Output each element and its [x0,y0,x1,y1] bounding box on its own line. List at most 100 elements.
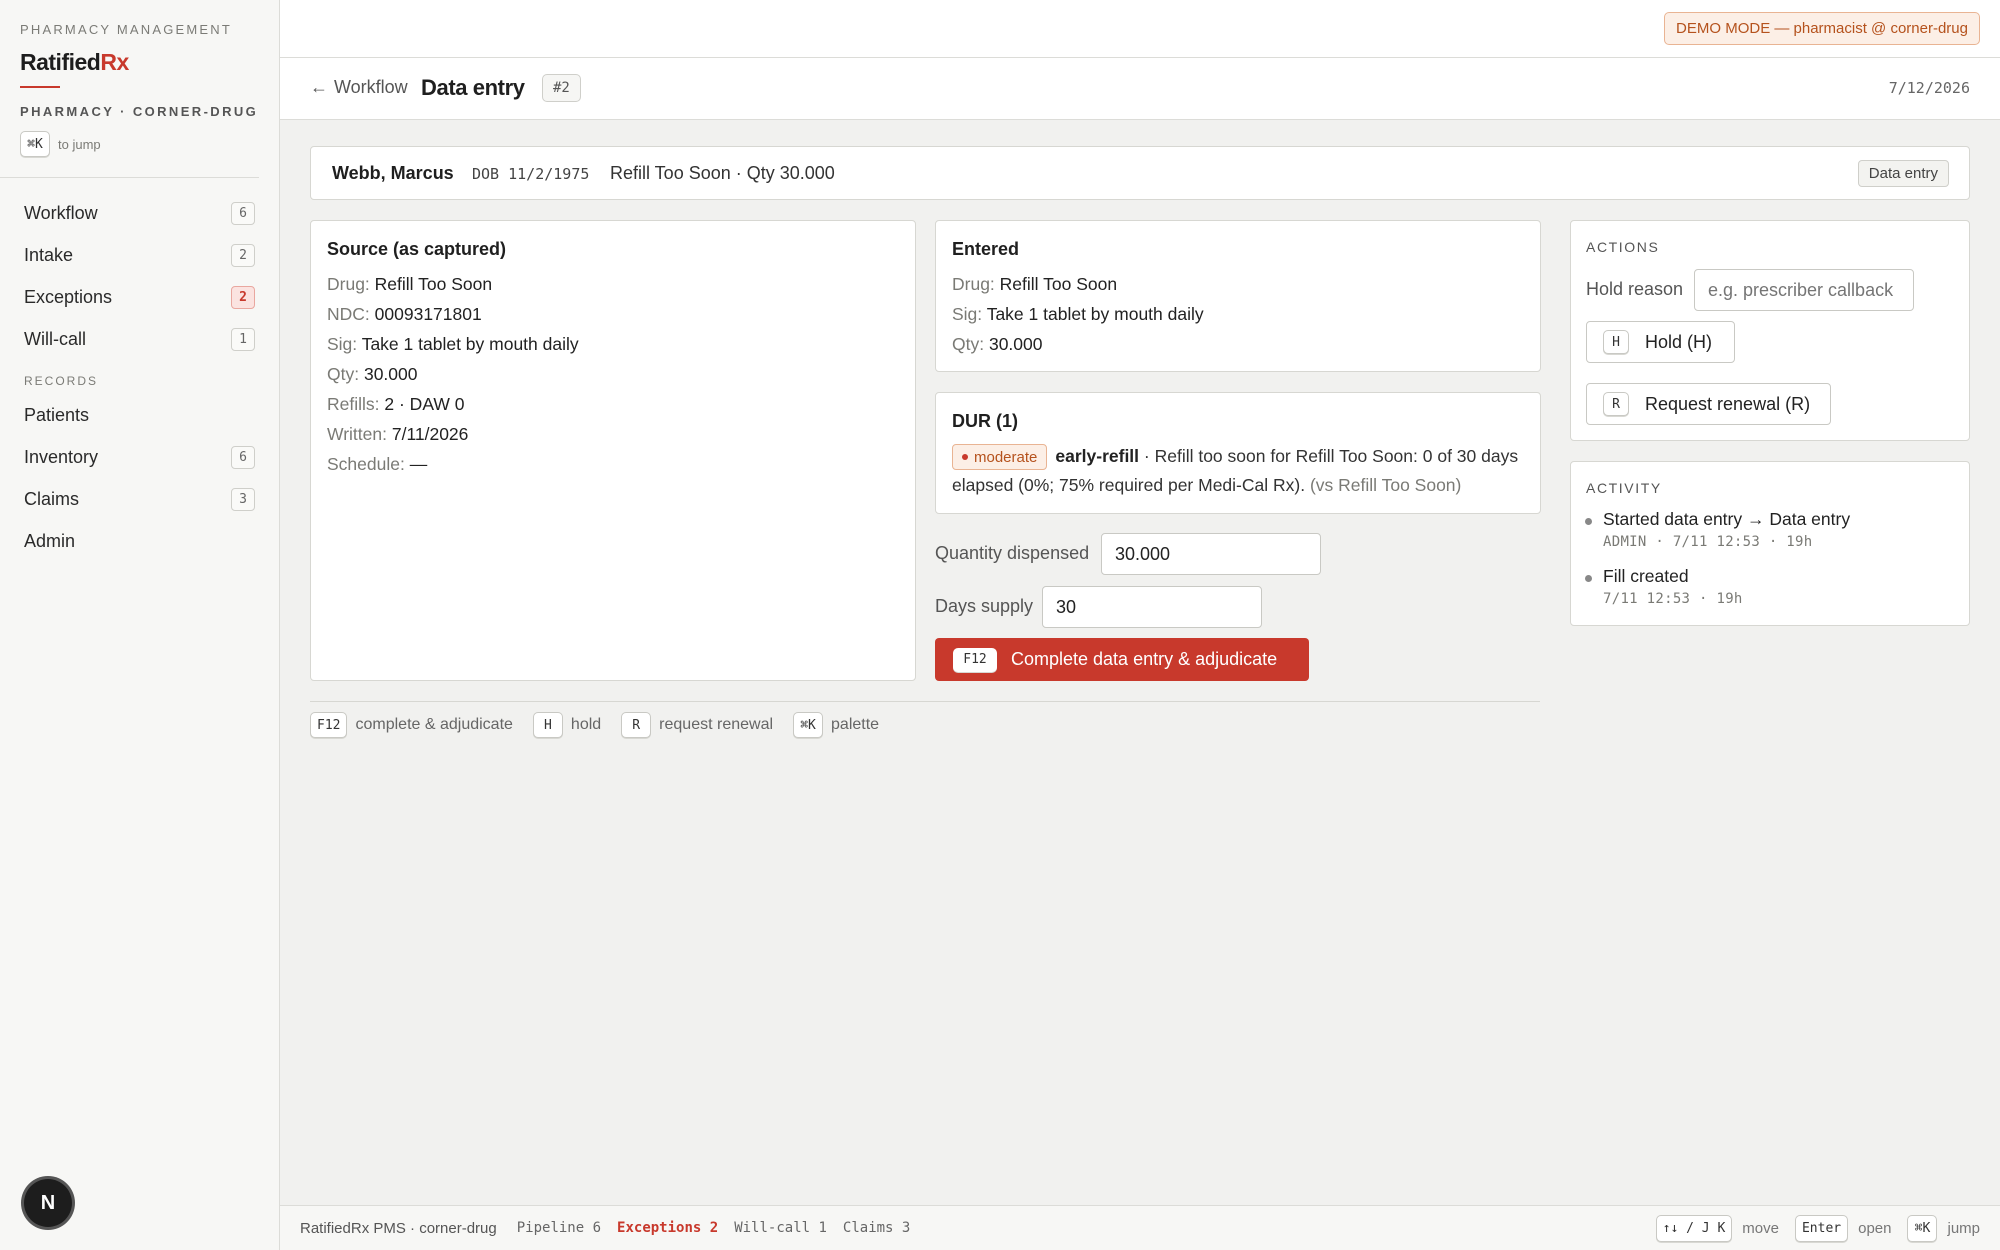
days-supply-input[interactable] [1042,586,1262,628]
dev-tools-badge[interactable]: N [24,1179,72,1227]
footer-claims[interactable]: Claims 3 [843,1220,910,1236]
logo-accent: Rx [100,49,129,75]
activity-meta: 7/11 12:53 · 19h [1603,591,1743,607]
footer-pipeline[interactable]: Pipeline 6 [517,1220,601,1236]
renew-key: R [1603,392,1629,416]
row-key: Qty: [952,334,985,354]
activity-text: Fill created [1603,566,1689,586]
arrow-left-icon: ← [310,77,328,97]
page-title: Data entry [421,75,525,100]
hint-key[interactable]: H [532,712,563,738]
hint-key[interactable]: R [621,712,652,738]
sidebar-item-count: 3 [231,487,255,511]
footer-app-name: RatifiedRx PMS · corner-drug [300,1219,497,1237]
row-key: Drug: [327,274,370,294]
bullet-dot-icon [1585,518,1592,525]
entered-sig-row: Sig: Take 1 tablet by mouth daily [952,299,1524,329]
footer-exceptions[interactable]: Exceptions 2 [617,1220,718,1236]
row-key: Refills: [327,394,380,414]
sidebar-item-claims[interactable]: Claims 3 [24,478,255,520]
activity-item: Started data entry → Data entry ADMIN · … [1585,509,1850,550]
sidebar-item-inventory[interactable]: Inventory 6 [24,436,255,478]
activity-card: ACTIVITY Started data entry → Data entry… [1570,461,1970,626]
request-renewal-button[interactable]: R Request renewal (R) [1586,383,1831,425]
footer-will-call[interactable]: Will-call 1 [734,1220,827,1236]
row-value: 30.000 [363,364,418,384]
sidebar-item-label: Inventory [24,446,99,467]
renew-label: Request renewal (R) [1645,393,1811,414]
row-value: Refill Too Soon [374,274,493,294]
jump-key: ⌘K [1907,1215,1938,1242]
activity-meta: ADMIN · 7/11 12:53 · 19h [1603,534,1813,550]
logo-main: Ratified [20,49,101,75]
activity-title: ACTIVITY [1586,480,1662,496]
source-card-title: Source (as captured) [327,239,507,259]
submit-label: Complete data entry & adjudicate [1011,649,1278,669]
row-key: Sig: [952,304,983,324]
sidebar-item-intake[interactable]: Intake 2 [24,234,255,276]
days-supply-label: Days supply [935,596,1034,616]
top-bar: DEMO MODE — pharmacist @ corner-drug [280,0,2000,58]
source-written-row: Written: 7/11/2026 [327,419,899,449]
sidebar-item-count: 2 [231,243,255,267]
source-qty-row: Qty: 30.000 [327,359,899,389]
row-key: Schedule: [327,454,405,474]
sidebar-item-exceptions[interactable]: Exceptions 2 [24,276,255,318]
demo-mode-banner: DEMO MODE — pharmacist @ corner-drug [1664,12,1980,45]
sidebar-item-will-call[interactable]: Will-call 1 [24,318,255,360]
move-label: move [1742,1220,1779,1237]
row-key: Qty: [327,364,360,384]
sidebar-item-label: Intake [24,244,74,265]
hold-button[interactable]: H Hold (H) [1586,321,1735,363]
sidebar-item-label: Admin [24,530,76,551]
hint-label: complete & adjudicate [355,716,513,733]
activity-item: Fill created 7/11 12:53 · 19h [1585,566,1743,607]
footer-shortcuts: ↑↓ / J K move Enter open ⌘K jump [1655,1215,1980,1242]
dur-code: early-refill [1055,446,1140,466]
app-logo[interactable]: RatifiedRx [20,49,259,76]
patient-dob: DOB 11/2/1975 [472,165,590,183]
row-value: Take 1 tablet by mouth daily [361,334,579,354]
hold-label: Hold (H) [1645,331,1713,352]
hint-key[interactable]: F12 [310,712,348,738]
row-key: Drug: [952,274,995,294]
records-section-label: RECORDS [24,374,99,388]
dur-card: DUR (1) moderate early-refill · Refill to… [935,392,1541,514]
sidebar-item-admin[interactable]: Admin [24,520,255,562]
quantity-input[interactable] [1101,533,1321,575]
row-value: 2 · DAW 0 [384,394,465,414]
back-link-label: Workflow [334,77,408,97]
sidebar-item-workflow[interactable]: Workflow 6 [24,192,255,234]
hold-reason-input[interactable] [1694,269,1914,311]
sidebar-item-label: Exceptions [24,286,113,307]
patient-summary-bar: Webb, Marcus DOB 11/2/1975 Refill Too So… [310,146,1970,200]
stage-badge: Data entry [1857,160,1949,187]
sidebar-item-label: Will-call [24,328,86,349]
open-key: Enter [1794,1215,1849,1242]
row-key: NDC: [327,304,370,324]
jump-label: to jump [58,136,101,152]
sidebar-item-label: Patients [24,404,90,425]
current-date: 7/12/2026 [1888,79,1970,97]
source-ndc-row: NDC: 00093171801 [327,299,899,329]
quantity-label: Quantity dispensed [935,543,1090,563]
actions-card: ACTIONS Hold reason H Hold (H) R Request… [1570,220,1970,441]
back-link[interactable]: ← Workflow [310,77,408,98]
source-drug-row: Drug: Refill Too Soon [327,269,899,299]
hint-hold: Hhold [532,712,601,738]
severity-label: moderate [974,448,1038,466]
jump-key[interactable]: ⌘K [20,131,50,157]
severity-badge: moderate [952,444,1048,470]
hint-label: request renewal [659,716,774,733]
entered-card-title: Entered [952,239,1020,259]
complete-adjudicate-button[interactable]: F12 Complete data entry & adjudicate [935,638,1309,681]
row-key: Written: [327,424,387,444]
sidebar-item-count: 6 [231,445,255,469]
row-value: 7/11/2026 [391,424,469,444]
hint-key[interactable]: ⌘K [793,712,824,738]
actions-title: ACTIONS [1586,239,1660,255]
hold-key: H [1603,330,1629,354]
patient-name[interactable]: Webb, Marcus [332,163,454,184]
sidebar-item-patients[interactable]: Patients [24,394,255,436]
entered-qty-row: Qty: 30.000 [952,329,1524,359]
